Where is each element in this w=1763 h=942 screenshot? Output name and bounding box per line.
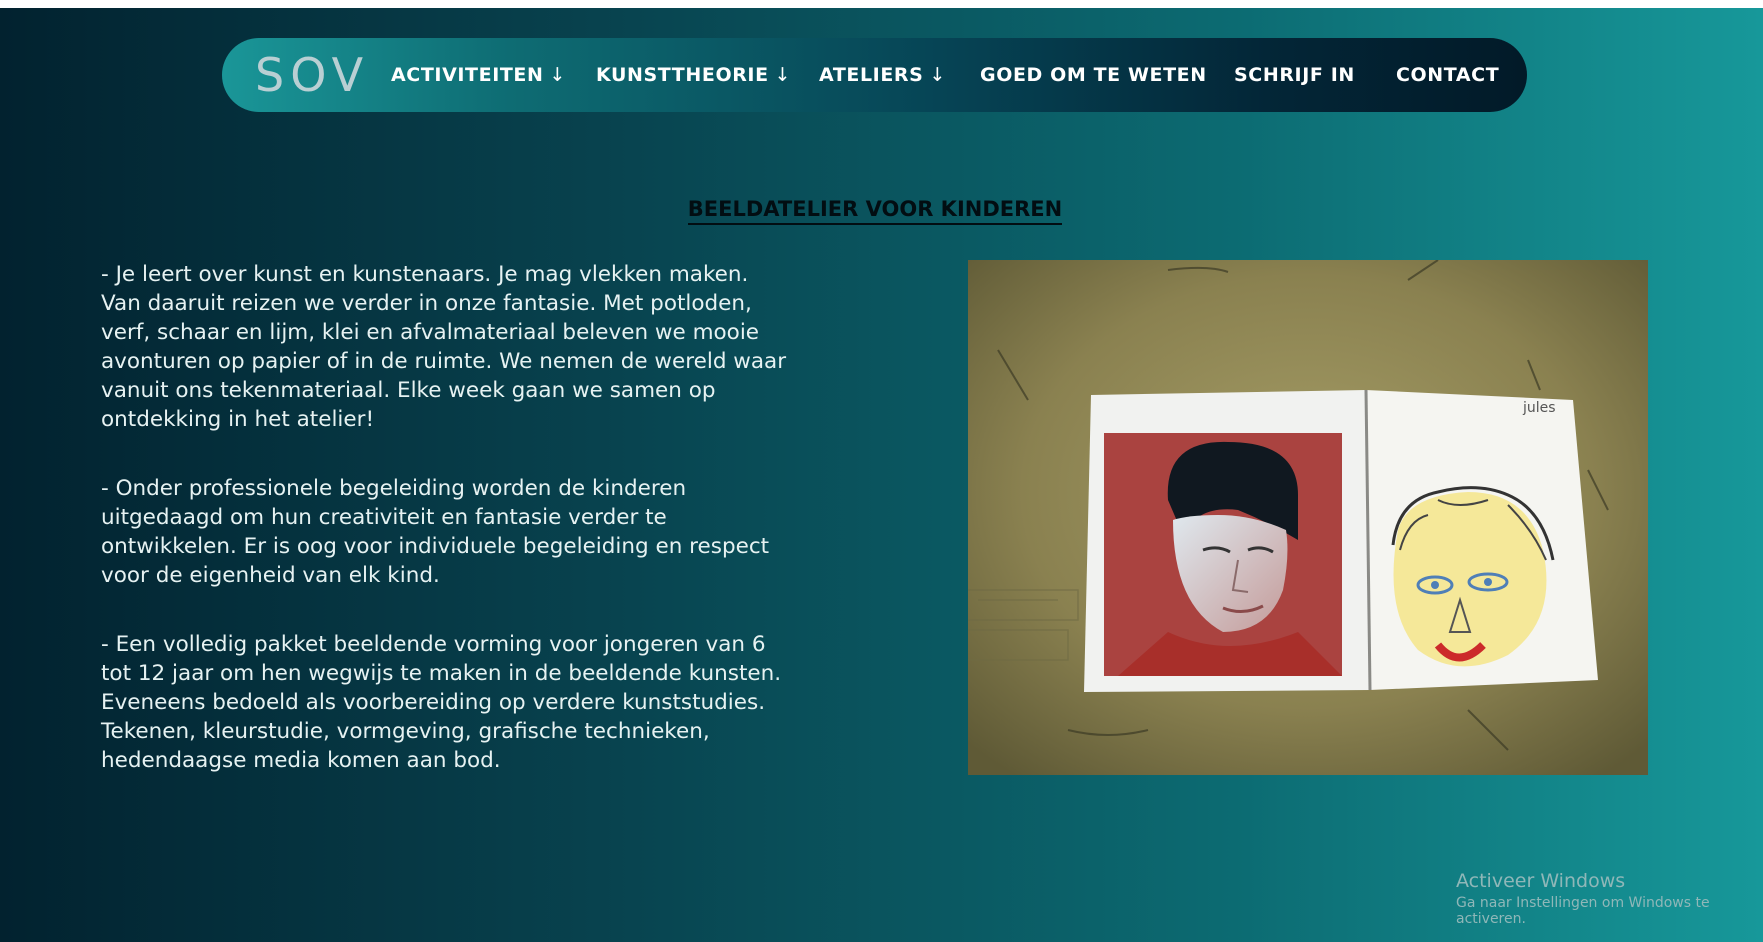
paragraph-1: - Je leert over kunst en kunstenaars. Je… bbox=[101, 262, 787, 432]
nav-item-label: CONTACT bbox=[1396, 64, 1500, 86]
arrow-down-icon: ↓ bbox=[774, 64, 792, 86]
nav-item-label: KUNSTTHEORIE bbox=[596, 64, 769, 86]
paragraph-2: - Onder professionele begeleiding worden… bbox=[101, 476, 770, 588]
nav-item-label: ACTIVITEITEN bbox=[391, 64, 544, 86]
paragraph-3: - Een volledig pakket beeldende vorming … bbox=[101, 632, 782, 773]
artwork-illustration: jules bbox=[968, 260, 1648, 775]
nav-item-label: GOED OM TE WETEN bbox=[980, 64, 1207, 86]
top-strip bbox=[0, 0, 1763, 8]
nav-item-ateliers[interactable]: ATELIERS ↓ bbox=[819, 64, 946, 86]
nav-item-activiteiten[interactable]: ACTIVITEITEN ↓ bbox=[391, 64, 566, 86]
page-title-wrapper: BEELDATELIER VOOR KINDEREN bbox=[0, 197, 1750, 225]
main-navigation: SOV ACTIVITEITEN ↓ KUNSTTHEORIE ↓ ATELIERS… bbox=[222, 38, 1527, 112]
photo-signature: jules bbox=[1522, 400, 1556, 416]
nav-item-schrijf-in[interactable]: SCHRIJF IN bbox=[1234, 64, 1355, 86]
page-title: BEELDATELIER VOOR KINDEREN bbox=[687, 197, 1063, 225]
windows-activation-title: Activeer Windows bbox=[1456, 870, 1626, 892]
arrow-down-icon: ↓ bbox=[929, 64, 946, 86]
site-logo[interactable]: SOV bbox=[255, 48, 369, 102]
nav-item-goed-om-te-weten[interactable]: GOED OM TE WETEN bbox=[980, 64, 1207, 86]
nav-item-contact[interactable]: CONTACT bbox=[1396, 64, 1499, 86]
nav-item-label: SCHRIJF IN bbox=[1234, 64, 1355, 86]
nav-item-kunsttheorie[interactable]: KUNSTTHEORIE ↓ bbox=[596, 64, 791, 86]
atelier-artwork-photo: jules bbox=[968, 260, 1648, 775]
windows-activation-subtitle: Ga naar Instellingen om Windows te activ… bbox=[1456, 895, 1710, 927]
content-text: - Je leert over kunst en kunstenaars. Je… bbox=[101, 260, 791, 815]
nav-item-label: ATELIERS bbox=[819, 64, 924, 86]
arrow-down-icon: ↓ bbox=[549, 64, 567, 86]
